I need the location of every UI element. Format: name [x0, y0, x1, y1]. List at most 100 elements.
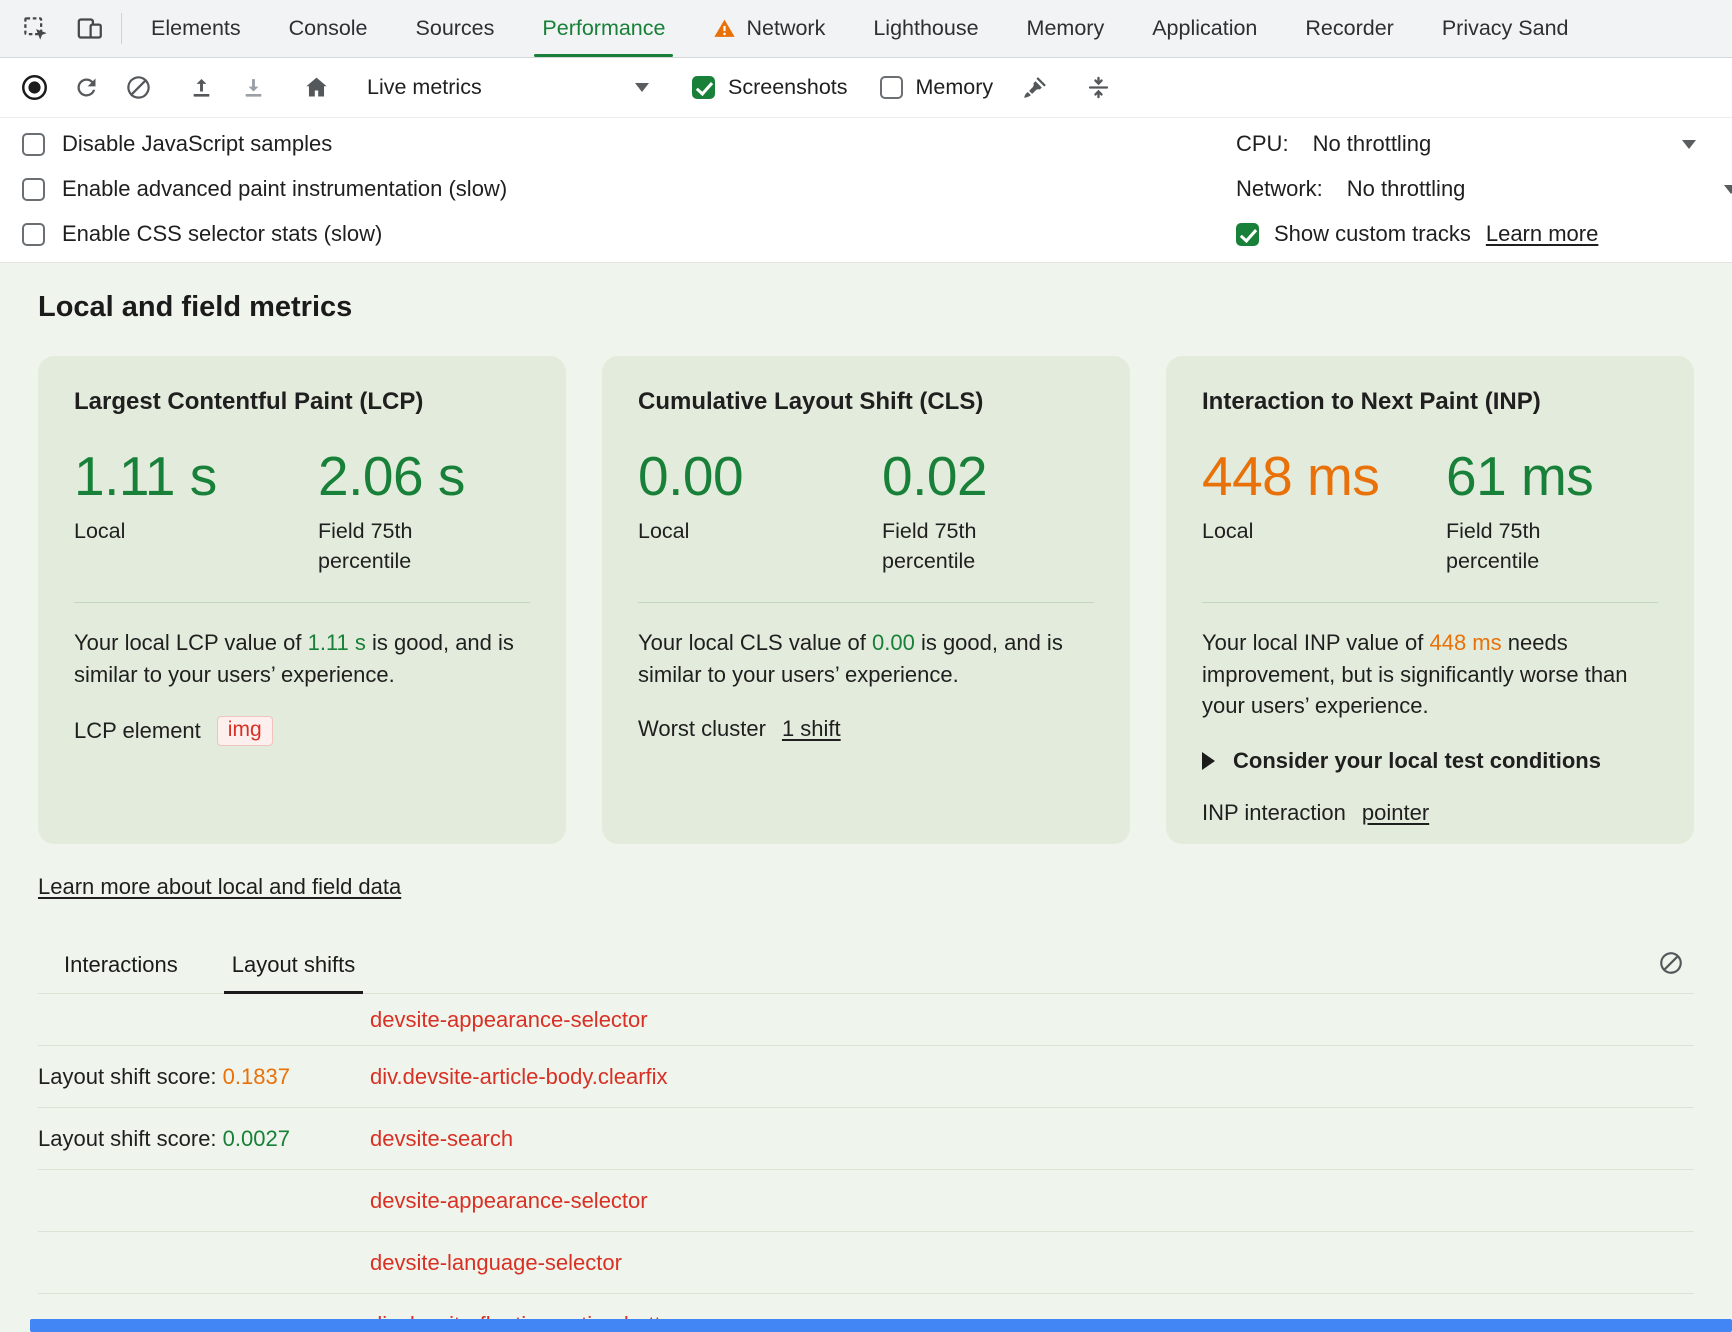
advanced-paint-row[interactable]: Enable advanced paint instrumentation (s…: [22, 176, 507, 202]
tab-label: Lighthouse: [873, 16, 978, 41]
capture-settings-right: CPU: No throttling Network: No throttlin…: [1236, 131, 1732, 247]
cls-values: 0.00 Local 0.02 Field 75th percentile: [638, 448, 1094, 576]
history-dropdown[interactable]: Live metrics: [353, 75, 665, 100]
cls-field-value: 0.02: [882, 448, 1034, 504]
tab-recorder[interactable]: Recorder: [1281, 0, 1417, 57]
device-toolbar-icon[interactable]: [62, 0, 116, 57]
custom-tracks-checkbox[interactable]: [1236, 223, 1259, 246]
css-selector-stats-checkbox[interactable]: [22, 223, 45, 246]
clear-log-icon[interactable]: [1648, 950, 1694, 993]
reload-and-record-button[interactable]: [60, 64, 112, 112]
show-custom-tracks-row[interactable]: Show custom tracks Learn more: [1236, 221, 1732, 247]
inp-description: Your local INP value of 448 ms needs imp…: [1202, 627, 1658, 721]
chevron-down-icon[interactable]: [1724, 185, 1732, 194]
memory-toggle[interactable]: Memory: [864, 75, 1010, 100]
shifted-element-link[interactable]: div.devsite-article-body.clearfix: [370, 1064, 668, 1090]
inspect-element-icon[interactable]: [8, 0, 62, 57]
tab-layout-shifts[interactable]: Layout shifts: [226, 952, 362, 993]
screenshots-checkbox[interactable]: [692, 76, 715, 99]
field-label: Field 75th percentile: [882, 517, 1034, 576]
cpu-throttling-select[interactable]: No throttling: [1313, 131, 1432, 157]
shifted-element-link[interactable]: devsite-appearance-selector: [370, 1007, 648, 1033]
lcp-element-link[interactable]: img: [217, 716, 273, 746]
lcp-values: 1.11 s Local 2.06 s Field 75th percentil…: [74, 448, 530, 576]
memory-label: Memory: [916, 75, 994, 100]
performance-toolbar: Live metrics Screenshots Memory: [0, 58, 1732, 118]
inp-local-value: 448 ms: [1202, 448, 1446, 504]
lcp-local-value: 1.11 s: [74, 448, 318, 504]
screenshots-toggle[interactable]: Screenshots: [676, 75, 864, 100]
memory-checkbox[interactable]: [880, 76, 903, 99]
layout-shift-row: devsite-language-selector: [38, 1232, 1694, 1294]
score-value: 0.1837: [223, 1064, 290, 1089]
inp-local-column: 448 ms Local: [1202, 448, 1446, 576]
disable-js-samples-checkbox[interactable]: [22, 133, 45, 156]
home-icon[interactable]: [290, 64, 342, 112]
tab-console[interactable]: Console: [265, 0, 392, 57]
tab-label: Recorder: [1305, 16, 1393, 41]
record-button[interactable]: [8, 64, 60, 112]
score-label: Layout shift score:: [38, 1064, 223, 1089]
tab-label: Sources: [416, 16, 495, 41]
tab-elements[interactable]: Elements: [127, 0, 265, 57]
tab-label: Privacy Sand: [1442, 16, 1569, 41]
clear-button[interactable]: [112, 64, 164, 112]
live-metrics-view: Local and field metrics Largest Contentf…: [0, 263, 1732, 1332]
layout-shift-row: Layout shift score: 0.1837 div.devsite-a…: [38, 1046, 1694, 1108]
tab-memory[interactable]: Memory: [1003, 0, 1129, 57]
worst-cluster-link[interactable]: 1 shift: [782, 716, 841, 742]
inp-card-title: Interaction to Next Paint (INP): [1202, 388, 1658, 416]
chevron-down-icon[interactable]: [1682, 140, 1696, 149]
load-profile-icon[interactable]: [227, 64, 279, 112]
tab-label: Console: [289, 16, 368, 41]
local-field-data-learn-more-link[interactable]: Learn more about local and field data: [38, 874, 401, 900]
advanced-paint-checkbox[interactable]: [22, 178, 45, 201]
lcp-card-title: Largest Contentful Paint (LCP): [74, 388, 530, 416]
inp-field-value: 61 ms: [1446, 448, 1598, 504]
disable-js-samples-label: Disable JavaScript samples: [62, 131, 332, 157]
desc-value: 1.11 s: [308, 630, 366, 655]
tab-application[interactable]: Application: [1128, 0, 1281, 57]
local-test-conditions-expander[interactable]: Consider your local test conditions: [1202, 748, 1658, 774]
tab-label: Performance: [542, 16, 665, 41]
custom-tracks-learn-more-link[interactable]: Learn more: [1486, 221, 1599, 247]
disable-js-samples-row[interactable]: Disable JavaScript samples: [22, 131, 507, 157]
network-throttling-row: Network: No throttling: [1236, 176, 1732, 202]
desc-value: 448 ms: [1429, 630, 1501, 655]
devtools-tab-bar: Elements Console Sources Performance Net…: [0, 0, 1732, 58]
tab-interactions[interactable]: Interactions: [58, 952, 184, 993]
network-label: Network:: [1236, 176, 1323, 202]
shifted-element-link[interactable]: devsite-language-selector: [370, 1250, 622, 1276]
broom-icon[interactable]: [1009, 64, 1061, 112]
field-label: Field 75th percentile: [318, 517, 470, 576]
css-selector-stats-label: Enable CSS selector stats (slow): [62, 221, 382, 247]
lcp-local-column: 1.11 s Local: [74, 448, 318, 576]
custom-tracks-label: Show custom tracks: [1274, 221, 1471, 247]
capture-settings: Disable JavaScript samples Enable advanc…: [0, 118, 1732, 263]
network-throttling-select[interactable]: No throttling: [1347, 176, 1466, 202]
cls-field-column: 0.02 Field 75th percentile: [882, 448, 1034, 576]
warning-icon: [713, 17, 736, 40]
css-selector-stats-row[interactable]: Enable CSS selector stats (slow): [22, 221, 507, 247]
tab-lighthouse[interactable]: Lighthouse: [849, 0, 1002, 57]
save-profile-icon[interactable]: [175, 64, 227, 112]
divider: [74, 602, 530, 603]
inp-interaction-link[interactable]: pointer: [1362, 800, 1429, 826]
history-dropdown-value: Live metrics: [367, 75, 482, 100]
horizontal-scrollbar-thumb[interactable]: [30, 1319, 1732, 1332]
shifted-element-link[interactable]: devsite-search: [370, 1126, 513, 1152]
divider: [121, 13, 122, 44]
shifted-element-link[interactable]: devsite-appearance-selector: [370, 1188, 648, 1214]
desc-text: Your local INP value of: [1202, 630, 1429, 655]
inp-card-footer: INP interaction pointer: [1202, 800, 1658, 826]
collapse-icon[interactable]: [1072, 64, 1124, 112]
cls-card-title: Cumulative Layout Shift (CLS): [638, 388, 1094, 416]
layout-shift-row: devsite-appearance-selector: [38, 1170, 1694, 1232]
tab-performance[interactable]: Performance: [518, 0, 689, 57]
chevron-down-icon: [635, 83, 649, 92]
cpu-label: CPU:: [1236, 131, 1289, 157]
tab-network[interactable]: Network: [689, 0, 849, 57]
tab-sources[interactable]: Sources: [392, 0, 519, 57]
score-cell: Layout shift score: 0.0027: [38, 1126, 370, 1152]
tab-privacy-sandbox[interactable]: Privacy Sand: [1418, 0, 1593, 57]
